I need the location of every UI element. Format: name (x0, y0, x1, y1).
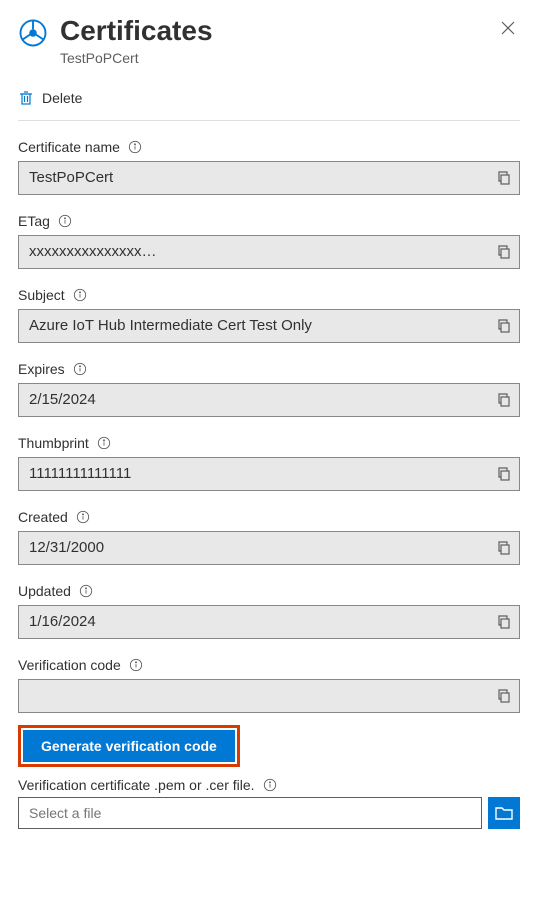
created-label: Created (18, 509, 68, 525)
expires-input[interactable] (18, 383, 520, 417)
copy-icon[interactable] (496, 318, 512, 334)
certificate-name-label: Certificate name (18, 139, 120, 155)
highlight-annotation: Generate verification code (18, 725, 240, 767)
field-subject: Subject (18, 287, 520, 343)
etag-input[interactable] (18, 235, 520, 269)
delete-button[interactable]: Delete (18, 84, 520, 121)
created-input[interactable] (18, 531, 520, 565)
certificates-icon (18, 18, 48, 48)
file-input[interactable] (18, 797, 482, 829)
copy-icon[interactable] (496, 540, 512, 556)
field-updated: Updated (18, 583, 520, 639)
field-certificate-name: Certificate name (18, 139, 520, 195)
page-title: Certificates (60, 14, 484, 48)
panel-header: Certificates TestPoPCert (18, 14, 520, 66)
info-icon[interactable] (76, 510, 90, 524)
verification-certificate-label: Verification certificate .pem or .cer fi… (18, 777, 255, 793)
copy-icon[interactable] (496, 392, 512, 408)
copy-icon[interactable] (496, 614, 512, 630)
header-text: Certificates TestPoPCert (60, 14, 484, 66)
trash-icon (18, 90, 34, 106)
info-icon[interactable] (73, 288, 87, 302)
field-created: Created (18, 509, 520, 565)
browse-file-button[interactable] (488, 797, 520, 829)
copy-icon[interactable] (496, 688, 512, 704)
thumbprint-label: Thumbprint (18, 435, 89, 451)
delete-label: Delete (42, 90, 82, 106)
info-icon[interactable] (73, 362, 87, 376)
updated-input[interactable] (18, 605, 520, 639)
verification-certificate-label-row: Verification certificate .pem or .cer fi… (18, 777, 520, 793)
subject-label: Subject (18, 287, 65, 303)
updated-label: Updated (18, 583, 71, 599)
subject-input[interactable] (18, 309, 520, 343)
info-icon[interactable] (58, 214, 72, 228)
page-subtitle: TestPoPCert (60, 50, 484, 66)
close-button[interactable] (496, 16, 520, 45)
info-icon[interactable] (79, 584, 93, 598)
info-icon[interactable] (128, 140, 142, 154)
file-picker-row (18, 797, 520, 829)
field-thumbprint: Thumbprint (18, 435, 520, 491)
info-icon[interactable] (97, 436, 111, 450)
field-expires: Expires (18, 361, 520, 417)
info-icon[interactable] (129, 658, 143, 672)
expires-label: Expires (18, 361, 65, 377)
folder-icon (495, 805, 513, 821)
info-icon[interactable] (263, 778, 277, 792)
copy-icon[interactable] (496, 466, 512, 482)
verification-code-input[interactable] (18, 679, 520, 713)
field-etag: ETag (18, 213, 520, 269)
verification-code-label: Verification code (18, 657, 121, 673)
copy-icon[interactable] (496, 170, 512, 186)
thumbprint-input[interactable] (18, 457, 520, 491)
certificate-name-input[interactable] (18, 161, 520, 195)
close-icon (500, 20, 516, 36)
field-verification-code: Verification code (18, 657, 520, 713)
copy-icon[interactable] (496, 244, 512, 260)
etag-label: ETag (18, 213, 50, 229)
generate-verification-code-button[interactable]: Generate verification code (23, 730, 235, 762)
